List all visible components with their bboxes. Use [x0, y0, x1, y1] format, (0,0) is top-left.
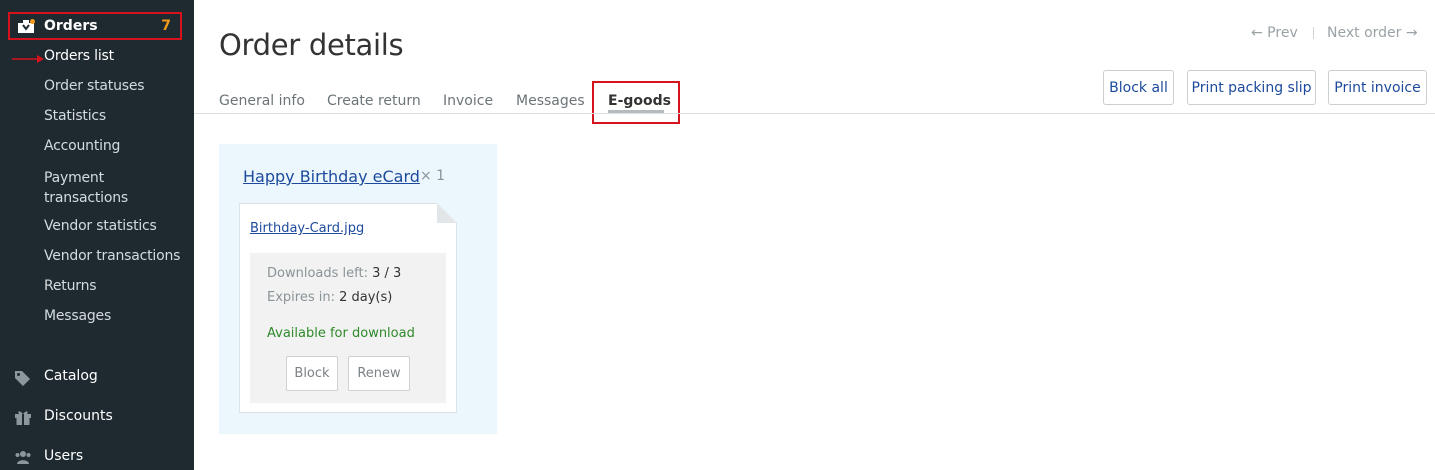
sidebar-item-catalog[interactable]: Catalog: [44, 368, 98, 384]
renew-button[interactable]: Renew: [348, 356, 410, 391]
egood-quantity: × 1: [420, 168, 446, 184]
sidebar-item-vendor-statistics[interactable]: Vendor statistics: [44, 218, 157, 234]
sidebar-item-vendor-transactions[interactable]: Vendor transactions: [44, 248, 180, 264]
expires-label: Expires in:: [267, 290, 335, 305]
egood-panel: Happy Birthday eCard × 1 Birthday-Card.j…: [219, 144, 497, 434]
print-invoice-button[interactable]: Print invoice: [1328, 70, 1427, 105]
sidebar: Orders 7 Orders list Order statuses Stat…: [0, 0, 194, 470]
expires-value: 2 day(s): [339, 290, 393, 305]
print-packing-slip-button[interactable]: Print packing slip: [1187, 70, 1316, 105]
availability-status: Available for download: [267, 326, 415, 341]
sidebar-item-payment-transactions[interactable]: Payment transactions: [44, 168, 128, 208]
arrow-right-icon: [12, 55, 44, 63]
tab-general-info[interactable]: General info: [219, 93, 305, 109]
gift-icon: [15, 411, 31, 425]
orders-icon: [18, 19, 35, 33]
tags-icon: [15, 371, 30, 386]
file-download-link[interactable]: Birthday-Card.jpg: [250, 221, 364, 236]
downloads-left-row: Downloads left: 3 / 3: [267, 266, 401, 281]
sidebar-item-discounts[interactable]: Discounts: [44, 408, 113, 424]
highlight-box: [592, 81, 680, 124]
users-icon: [15, 451, 31, 464]
expires-row: Expires in: 2 day(s): [267, 290, 392, 305]
prev-order-link[interactable]: ← Prev: [1251, 25, 1298, 41]
tabs-divider: [194, 113, 1435, 114]
sidebar-item-statistics[interactable]: Statistics: [44, 108, 106, 124]
sidebar-item-orders-list[interactable]: Orders list: [44, 48, 114, 64]
page-title: Order details: [219, 28, 404, 62]
sidebar-item-users[interactable]: Users: [44, 448, 83, 464]
tab-messages[interactable]: Messages: [516, 93, 585, 109]
egood-product-link[interactable]: Happy Birthday eCard: [243, 167, 420, 186]
file-card: Birthday-Card.jpg Downloads left: 3 / 3 …: [239, 203, 457, 413]
orders-count-badge: 7: [161, 18, 171, 34]
tab-create-return[interactable]: Create return: [327, 93, 421, 109]
sidebar-item-returns[interactable]: Returns: [44, 278, 97, 294]
block-all-button[interactable]: Block all: [1103, 70, 1174, 105]
sidebar-item-accounting[interactable]: Accounting: [44, 138, 120, 154]
next-order-link[interactable]: Next order →: [1327, 25, 1418, 41]
sidebar-item-order-statuses[interactable]: Order statuses: [44, 78, 145, 94]
file-corner-fold-icon: [437, 203, 457, 223]
file-info-box: Downloads left: 3 / 3 Expires in: 2 day(…: [250, 253, 446, 403]
tab-invoice[interactable]: Invoice: [443, 93, 493, 109]
sidebar-item-label: transactions: [44, 190, 128, 206]
sidebar-orders-label: Orders: [44, 18, 98, 34]
sidebar-item-messages[interactable]: Messages: [44, 308, 111, 324]
downloads-left-value: 3 / 3: [372, 266, 402, 281]
sidebar-item-label: Payment: [44, 170, 104, 186]
downloads-left-label: Downloads left:: [267, 266, 368, 281]
block-button[interactable]: Block: [286, 356, 338, 391]
pager-divider: [1313, 27, 1314, 39]
sidebar-item-orders[interactable]: Orders 7: [8, 12, 182, 40]
